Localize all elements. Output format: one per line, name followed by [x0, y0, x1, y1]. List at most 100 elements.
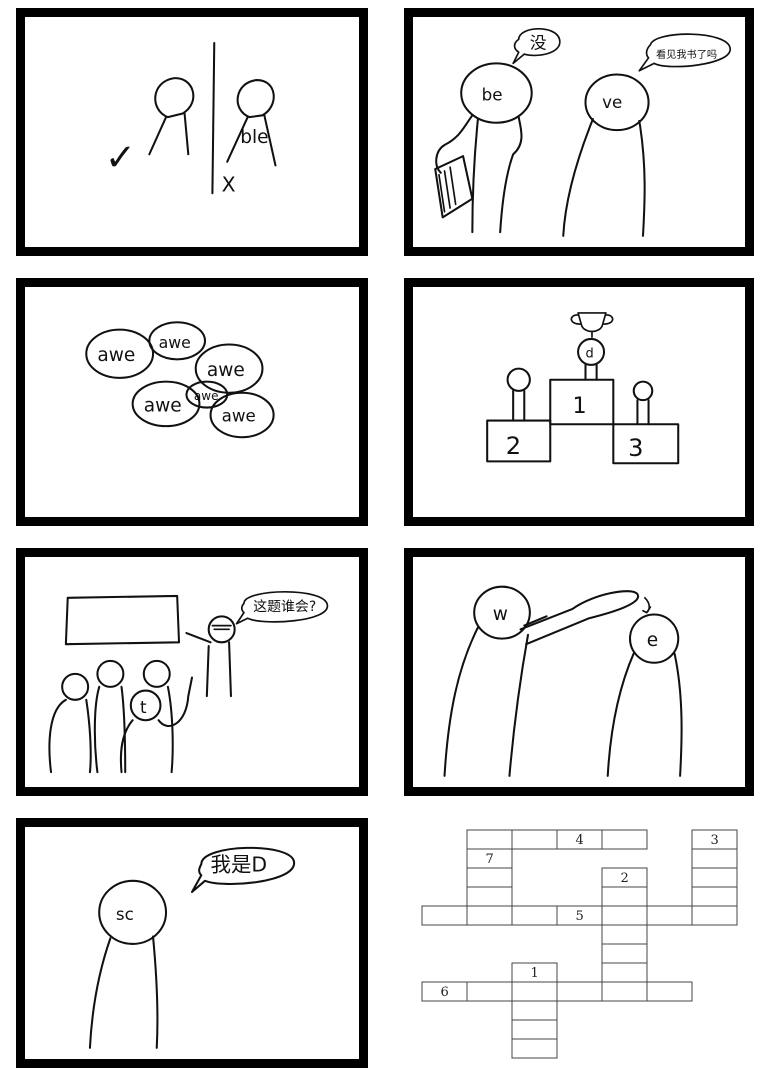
speech-right-text: 看见我书了吗: [656, 48, 717, 61]
comic-panel-7: sc 我是D: [16, 818, 368, 1068]
cross-mark: X: [222, 172, 236, 196]
trophy-icon: [570, 312, 614, 338]
clue-number-4: 4: [576, 833, 584, 848]
crossword-cell[interactable]: [466, 886, 513, 907]
second-person-head: [506, 367, 531, 392]
right-person-body-right: [638, 119, 646, 237]
left-person-body: [443, 615, 548, 777]
clue-number-5: 5: [576, 909, 584, 924]
speech-left-text: 没: [530, 34, 547, 53]
left-person-body-left: [471, 117, 479, 234]
crossword-cell[interactable]: [466, 981, 513, 1002]
student-3-head: [142, 659, 171, 688]
comic-panel-1: ✓ ble X: [16, 8, 368, 256]
crossword-cell[interactable]: [601, 905, 648, 926]
crossword-cell[interactable]: [466, 867, 513, 888]
arrow-icon: [642, 596, 652, 614]
left-person-label: be: [482, 85, 503, 104]
crossword-cell[interactable]: [646, 905, 693, 926]
crossword-cell[interactable]: [691, 905, 738, 926]
crossword-cell[interactable]: [601, 962, 648, 983]
left-figure-head: [154, 77, 195, 119]
crossword-cell[interactable]: [601, 924, 648, 945]
awe-text-6: awe: [222, 406, 256, 425]
left-person-arm: [435, 114, 474, 174]
awe-text-4: awe: [144, 395, 182, 416]
place-1-label: 1: [573, 393, 587, 419]
left-person-body: [499, 116, 523, 234]
crossword-cell[interactable]: [466, 905, 513, 926]
crossword-cell[interactable]: [511, 1019, 558, 1040]
panel-2-drawing: 没 be ve 看见我书了吗: [434, 28, 732, 237]
word-ble: ble: [240, 127, 268, 148]
right-figure-head: [236, 79, 275, 119]
left-person-label: w: [493, 604, 508, 625]
comic-panel-6: w e: [404, 548, 754, 796]
comic-panel-5: 这题谁会? t: [16, 548, 368, 796]
panel-7-drawing: sc 我是D: [88, 846, 296, 1049]
check-mark: ✓: [105, 136, 136, 179]
winner-body: [584, 363, 598, 381]
right-person-label: e: [647, 630, 658, 651]
left-figure-body-right: [183, 112, 190, 156]
student-3-body: [166, 685, 174, 774]
third-person-head: [632, 380, 654, 402]
crossword-cell[interactable]: [511, 829, 558, 850]
speech-text: 我是D: [211, 853, 268, 877]
crossword-svg: 1 2 3 4 5 6 7: [421, 829, 738, 1059]
student-t-label: t: [140, 698, 147, 717]
panel-3-drawing: awe awe awe awe awe awe: [85, 321, 275, 439]
student-1-head: [61, 672, 90, 701]
panel-4-drawing: d 1 2 3: [486, 312, 680, 465]
panel-1-drawing: ✓ ble X: [105, 41, 277, 196]
speech-text: 这题谁会?: [253, 598, 316, 615]
student-t-body: [119, 676, 194, 774]
crossword-cell[interactable]: [511, 905, 558, 926]
crossword-cell[interactable]: [511, 981, 558, 1002]
crossword-grid: 1 2 3 4 5 6 7: [420, 828, 740, 1063]
student-2-head: [96, 659, 125, 688]
clue-number-7: 7: [486, 852, 494, 867]
podium-third: [612, 423, 680, 465]
crossword-cell[interactable]: [421, 905, 468, 926]
crossword-cell[interactable]: [466, 829, 513, 850]
second-person-body: [512, 389, 526, 422]
comic-panel-3: awe awe awe awe awe awe: [16, 278, 368, 526]
crossword-cell[interactable]: [601, 886, 648, 907]
left-figure-body: [148, 116, 168, 156]
right-person-label: ve: [602, 93, 622, 112]
comic-panel-4: d 1 2 3: [404, 278, 754, 526]
crossword-cell[interactable]: [511, 1000, 558, 1021]
awe-text-3: awe: [207, 360, 245, 381]
crossword-cell[interactable]: [601, 943, 648, 964]
panel-5-drawing: 这题谁会? t: [48, 591, 329, 774]
divider-line: [211, 41, 216, 195]
crossword-cell[interactable]: [601, 829, 648, 850]
teacher-glasses-icon: [211, 624, 232, 631]
student-1-body: [48, 698, 92, 774]
blackboard: [64, 594, 181, 646]
crossword-cell[interactable]: [691, 886, 738, 907]
awe-text-2: awe: [159, 333, 191, 352]
place-3-label: 3: [628, 434, 643, 462]
clue-number-1: 1: [531, 966, 539, 981]
crossword-cell[interactable]: [601, 981, 648, 1002]
right-person-body: [606, 652, 683, 777]
crossword-cell[interactable]: [646, 981, 693, 1002]
crossword-cell[interactable]: [511, 1038, 558, 1059]
trophy-letter: d: [585, 346, 593, 361]
crossword-cell[interactable]: [556, 981, 603, 1002]
awe-text-1: awe: [97, 345, 135, 366]
person-label: sc: [116, 904, 134, 924]
place-2-label: 2: [506, 432, 521, 460]
clue-number-3: 3: [711, 833, 719, 848]
third-person-body: [636, 399, 650, 426]
stick-icon: [519, 590, 639, 646]
left-person-body-right: [508, 633, 530, 777]
comic-panel-2: 没 be ve 看见我书了吗: [404, 8, 754, 256]
crossword-cell[interactable]: [691, 867, 738, 888]
clue-number-6: 6: [441, 985, 449, 1000]
person-body: [88, 935, 159, 1049]
crossword-cell[interactable]: [691, 848, 738, 869]
panel-6-drawing: w e: [443, 585, 683, 777]
